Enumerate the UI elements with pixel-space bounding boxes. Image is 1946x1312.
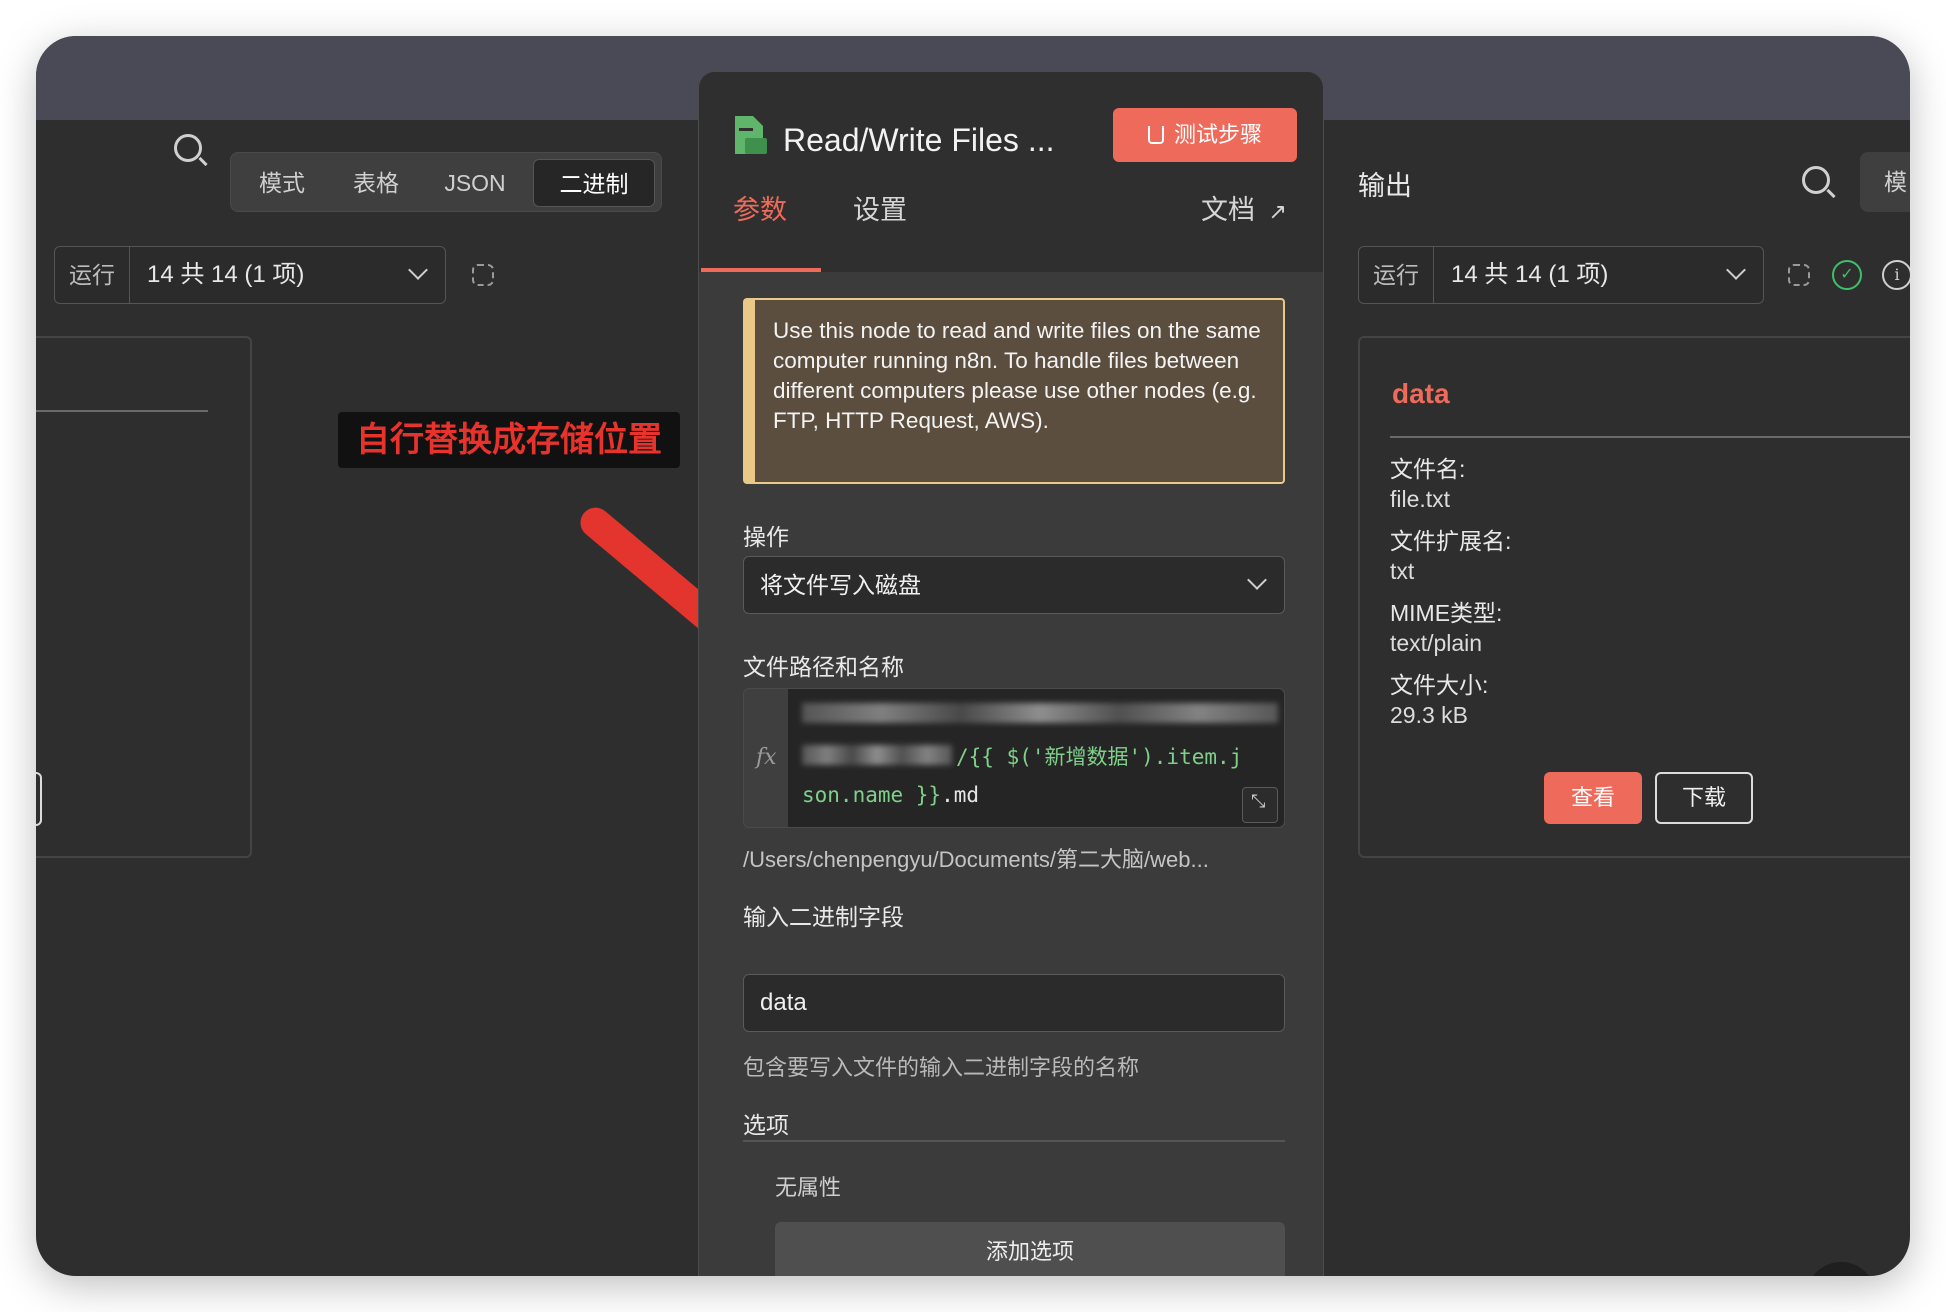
binary-data-title: data bbox=[1392, 378, 1450, 409]
file-name-key: 文件名: bbox=[1390, 456, 1466, 482]
node-title: Read/Write Files ... bbox=[783, 122, 1055, 158]
file-name-value: file.txt bbox=[1390, 486, 1451, 512]
info-icon[interactable]: i bbox=[1882, 260, 1910, 290]
file-ext-key: 文件扩展名: bbox=[1390, 528, 1512, 554]
add-option-button[interactable]: 添加选项 bbox=[775, 1222, 1285, 1276]
file-path-expression[interactable]: fx /{{ $('新增数据').item.j son.name }}.md bbox=[743, 688, 1285, 828]
expression-suffix: .md bbox=[941, 783, 980, 807]
chevron-down-icon bbox=[1726, 260, 1746, 280]
expression-code[interactable]: /{{ $('新增数据').item.j son.name }}.md bbox=[788, 689, 1284, 827]
search-icon[interactable] bbox=[1802, 166, 1830, 194]
binary-field-label: 输入二进制字段 bbox=[743, 904, 904, 930]
chevron-down-icon bbox=[1247, 570, 1267, 590]
file-icon bbox=[735, 116, 767, 154]
binary-field-hint: 包含要写入文件的输入二进制字段的名称 bbox=[743, 1055, 1140, 1080]
card-divider bbox=[36, 410, 208, 412]
tab-settings[interactable]: 设置 bbox=[853, 188, 907, 227]
test-step-label: 测试步骤 bbox=[1173, 122, 1262, 147]
run-value: 14 共 14 (1 项) bbox=[147, 261, 305, 288]
operation-value: 将文件写入磁盘 bbox=[760, 572, 921, 598]
mime-key: MIME类型: bbox=[1390, 600, 1503, 626]
external-link-icon: ↗ bbox=[1268, 199, 1287, 224]
info-notice: Use this node to read and write files on… bbox=[743, 298, 1285, 484]
mime-value: text/plain bbox=[1390, 630, 1483, 656]
output-display-tabs[interactable]: 模 bbox=[1860, 152, 1910, 212]
binary-field-input[interactable]: data bbox=[743, 974, 1285, 1032]
search-icon[interactable] bbox=[174, 134, 202, 162]
no-properties-text: 无属性 bbox=[775, 1175, 842, 1200]
input-data-card bbox=[36, 336, 252, 858]
run-value: 14 共 14 (1 项) bbox=[1451, 261, 1609, 288]
app-window: 模式 表格 JSON 二进制 运行 14 共 14 (1 项) 自行替换成存储位… bbox=[36, 36, 1910, 1276]
view-button[interactable]: 查看 bbox=[1544, 772, 1642, 824]
node-parameters-panel: Read/Write Files ... 测试步骤 参数 设置 文档 ↗ Use… bbox=[698, 72, 1324, 1276]
card-divider bbox=[1390, 436, 1910, 438]
operation-select[interactable]: 将文件写入磁盘 bbox=[743, 556, 1285, 614]
link-runs-icon[interactable] bbox=[472, 264, 494, 286]
redacted-path-line1 bbox=[802, 703, 1278, 723]
cut-off-button[interactable] bbox=[36, 772, 42, 826]
output-title: 输出 bbox=[1358, 171, 1412, 201]
tab-parameters[interactable]: 参数 bbox=[733, 188, 787, 227]
tab-table[interactable]: 表格 bbox=[331, 159, 421, 207]
annotation-label: 自行替换成存储位置 bbox=[338, 412, 680, 468]
resolved-path: /Users/chenpengyu/Documents/第二大脑/web... bbox=[743, 847, 1209, 872]
expression-fx-icon: fx bbox=[756, 745, 777, 770]
expression-line2: /{{ $('新增数据').item.j bbox=[956, 741, 1242, 771]
file-path-label: 文件路径和名称 bbox=[743, 654, 904, 680]
run-label: 运行 bbox=[1359, 247, 1434, 303]
node-header: Read/Write Files ... 测试步骤 参数 设置 文档 ↗ bbox=[699, 72, 1323, 272]
expression-part1: /{{ $('新增数据').item.j bbox=[956, 745, 1243, 769]
link-runs-icon[interactable] bbox=[1788, 264, 1810, 286]
expression-part2: son.name }} bbox=[802, 783, 942, 807]
success-check-icon: ✓ bbox=[1832, 260, 1862, 290]
options-divider bbox=[743, 1140, 1285, 1142]
tab-schema[interactable]: 模式 bbox=[237, 159, 327, 207]
flask-icon bbox=[1147, 126, 1164, 144]
docs-link[interactable]: 文档 ↗ bbox=[1201, 188, 1287, 227]
run-label: 运行 bbox=[55, 247, 130, 303]
file-ext-value: txt bbox=[1390, 558, 1415, 584]
run-selector-right[interactable]: 运行 14 共 14 (1 项) bbox=[1358, 246, 1764, 304]
chevron-down-icon bbox=[408, 260, 428, 280]
file-size-value: 29.3 kB bbox=[1390, 702, 1468, 728]
tab-schema-partial[interactable]: 模 bbox=[1884, 169, 1907, 195]
run-selector-left[interactable]: 运行 14 共 14 (1 项) bbox=[54, 246, 446, 304]
operation-label: 操作 bbox=[743, 524, 789, 550]
download-button[interactable]: 下载 bbox=[1655, 772, 1753, 824]
docs-label: 文档 bbox=[1201, 195, 1255, 225]
active-tab-indicator bbox=[701, 268, 821, 272]
expression-line3: son.name }}.md bbox=[802, 783, 979, 807]
test-step-button[interactable]: 测试步骤 bbox=[1113, 108, 1297, 162]
file-size-key: 文件大小: bbox=[1390, 672, 1489, 698]
tab-json[interactable]: JSON bbox=[425, 159, 525, 207]
expand-editor-icon[interactable] bbox=[1242, 787, 1278, 823]
options-label: 选项 bbox=[743, 1112, 789, 1138]
redacted-path-line2 bbox=[802, 745, 952, 765]
help-bubble[interactable] bbox=[1806, 1262, 1876, 1276]
display-mode-tabs: 模式 表格 JSON 二进制 bbox=[230, 152, 662, 212]
tab-binary[interactable]: 二进制 bbox=[533, 159, 655, 207]
